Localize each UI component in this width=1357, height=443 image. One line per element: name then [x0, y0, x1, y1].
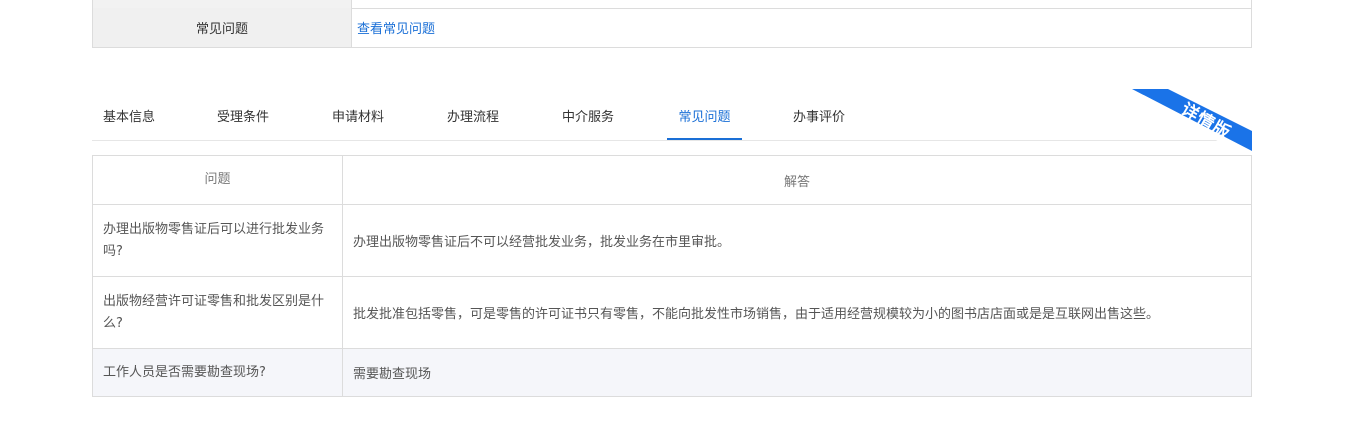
faq-label: 常见问题: [93, 8, 352, 47]
answer-cell: 批发批准包括零售，可是零售的许可证书只有零售，不能向批发性市场销售，由于适用经营…: [353, 307, 1160, 322]
question-column-header: 问题: [93, 156, 343, 204]
answer-cell: 需要勘查现场: [353, 367, 432, 382]
tab-basic-info[interactable]: 基本信息: [92, 92, 166, 139]
table-row: 出版物经营许可证零售和批发区别是什么? 批发批准包括零售，可是零售的许可证书只有…: [93, 277, 1251, 349]
view-faq-link[interactable]: 查看常见问题: [357, 8, 435, 47]
table-row: 办理出版物零售证后可以进行批发业务吗? 办理出版物零售证后不可以经营批发业务，批…: [93, 205, 1251, 277]
tab-application-materials[interactable]: 申请材料: [320, 92, 396, 139]
question-cell: 出版物经营许可证零售和批发区别是什么?: [93, 277, 343, 348]
tab-process[interactable]: 办理流程: [435, 92, 511, 139]
tab-acceptance-conditions[interactable]: 受理条件: [205, 92, 281, 139]
faq-table-header: 问题 解答: [93, 156, 1251, 205]
detail-tabs: 基本信息 受理条件 申请材料 办理流程 中介服务 常见问题 办事评价: [92, 92, 1252, 141]
question-cell: 办理出版物零售证后可以进行批发业务吗?: [93, 205, 343, 276]
summary-table-row: 常见问题 查看常见问题: [93, 8, 1251, 47]
tab-evaluation[interactable]: 办事评价: [781, 92, 857, 139]
tab-intermediary-service[interactable]: 中介服务: [550, 92, 626, 139]
detail-version-ribbon: 详情版: [1132, 89, 1252, 151]
answer-column-header: 解答: [783, 174, 810, 190]
question-cell: 工作人员是否需要勘查现场?: [93, 349, 343, 396]
answer-cell: 办理出版物零售证后不可以经营批发业务，批发业务在市里审批。: [353, 235, 731, 250]
faq-table: 问题 解答 办理出版物零售证后可以进行批发业务吗? 办理出版物零售证后不可以经营…: [92, 155, 1252, 397]
table-row: 工作人员是否需要勘查现场? 需要勘查现场: [93, 349, 1251, 396]
summary-table: 常见问题 查看常见问题: [92, 0, 1252, 48]
tab-faq[interactable]: 常见问题: [667, 92, 742, 140]
